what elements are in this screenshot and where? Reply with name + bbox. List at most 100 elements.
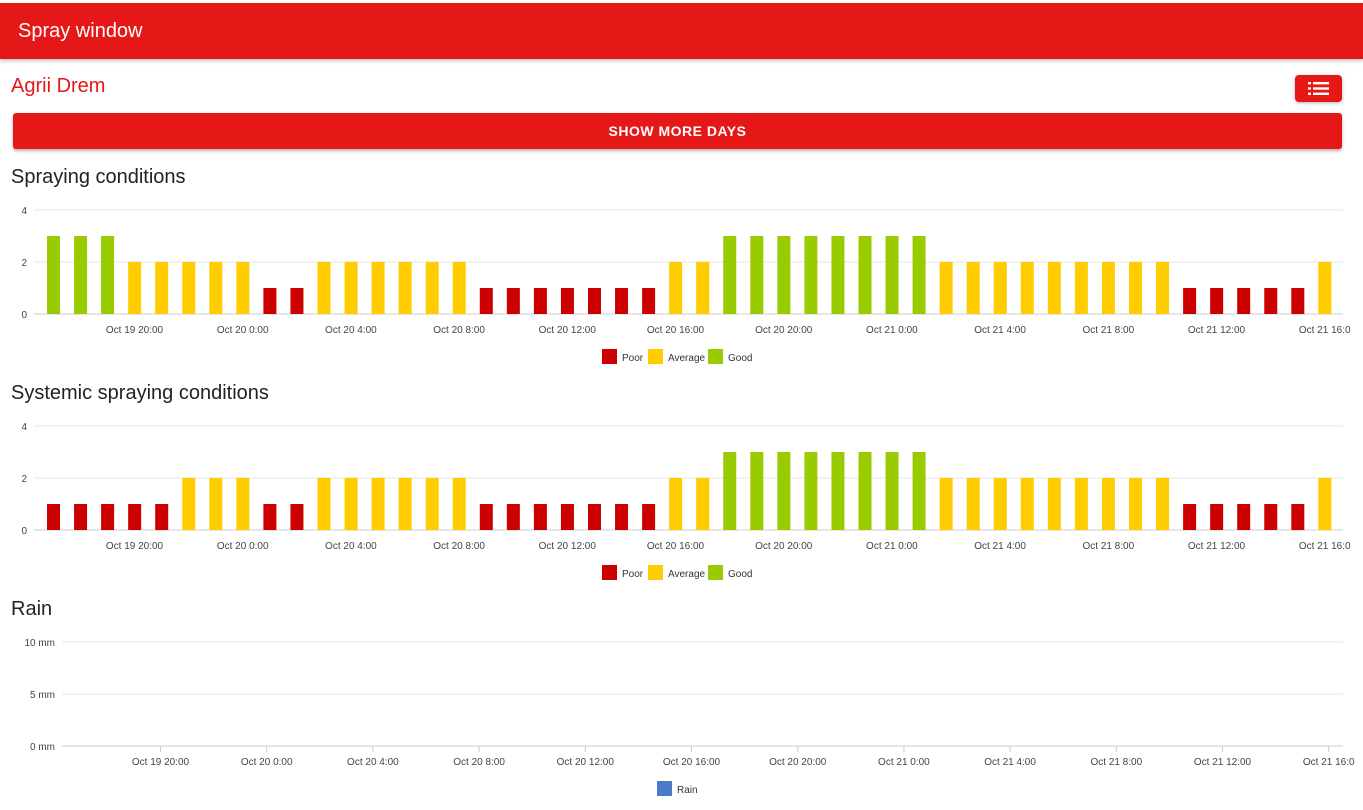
bar (939, 478, 953, 530)
bar (615, 288, 629, 314)
x-tick-label: Oct 20 20:00 (755, 325, 813, 336)
x-tick-label: Oct 20 12:00 (557, 757, 615, 768)
bar (588, 288, 601, 314)
bar (290, 504, 304, 530)
bar (723, 236, 737, 314)
bar (966, 478, 980, 530)
bar (425, 478, 439, 530)
x-tick-label: Oct 20 4:00 (325, 325, 377, 336)
bar (642, 288, 656, 314)
bar (344, 262, 358, 314)
bar (209, 262, 223, 314)
bar (344, 478, 358, 530)
bar (128, 262, 142, 314)
bar (1318, 478, 1332, 530)
bar (831, 452, 845, 530)
app-title: Spray window (18, 20, 143, 42)
bar (777, 236, 791, 314)
farm-name: Agrii Drem (11, 75, 106, 97)
bar (1020, 478, 1034, 530)
x-tick-label: Oct 20 4:00 (325, 541, 377, 552)
bar (1129, 478, 1142, 530)
bar (1210, 288, 1224, 314)
spraying-conditions-title: Spraying conditions (11, 166, 186, 188)
bar (615, 504, 629, 530)
x-tick-label: Oct 20 8:00 (453, 757, 505, 768)
bar (1101, 262, 1115, 314)
bar (398, 262, 412, 314)
bar (317, 262, 331, 314)
bar (804, 452, 818, 530)
bar (669, 262, 683, 314)
bar (1074, 478, 1088, 530)
bar (47, 236, 60, 314)
legend-swatch (602, 565, 617, 580)
x-tick-label: Oct 21 0:00 (878, 757, 930, 768)
legend-swatch (648, 349, 663, 364)
app-header: Spray window (0, 3, 1363, 59)
bar (885, 452, 899, 530)
bar (939, 262, 953, 314)
menu-button[interactable] (1295, 75, 1342, 102)
x-tick-label: Oct 20 20:00 (769, 757, 827, 768)
bar (1074, 262, 1088, 314)
bar (588, 504, 601, 530)
x-tick-label: Oct 21 4:00 (974, 325, 1026, 336)
bar (236, 478, 250, 530)
x-tick-label: Oct 21 16:0 (1299, 325, 1351, 336)
x-tick-label: Oct 21 16:0 (1299, 541, 1351, 552)
y-tick-label: 0 (21, 526, 27, 537)
bar (452, 478, 466, 530)
bar (1047, 478, 1061, 530)
bar (723, 452, 737, 530)
show-more-days-button[interactable]: SHOW MORE DAYS (13, 113, 1342, 149)
x-tick-label: Oct 20 8:00 (433, 541, 485, 552)
legend-swatch (657, 781, 672, 796)
bar (1264, 288, 1278, 314)
bar (1237, 504, 1251, 530)
x-tick-label: Oct 20 20:00 (755, 541, 813, 552)
bar (560, 504, 574, 530)
bar (831, 236, 845, 314)
bar (533, 504, 547, 530)
rain-chart: 0 mm 5 mm 10 mm Oct 19 20:00 Oct 20 0:00 Oct … (24, 638, 1355, 796)
bar (317, 478, 331, 530)
x-tick-label: Oct 19 20:00 (106, 541, 164, 552)
x-tick-label: Oct 20 16:00 (663, 757, 721, 768)
bar (858, 452, 872, 530)
bar (912, 452, 926, 530)
x-tick-label: Oct 19 20:00 (106, 325, 164, 336)
bar (750, 236, 764, 314)
bar (506, 288, 520, 314)
bar (1020, 262, 1034, 314)
legend-label: Poor (622, 353, 644, 364)
legend-label: Good (728, 569, 752, 580)
bar (1183, 504, 1197, 530)
bar (858, 236, 872, 314)
x-tick-label: Oct 21 4:00 (984, 757, 1036, 768)
x-tick-label: Oct 20 12:00 (539, 541, 597, 552)
y-tick-label: 4 (21, 206, 27, 217)
y-tick-label: 10 mm (24, 638, 55, 649)
bar (993, 262, 1007, 314)
bar (1291, 288, 1305, 314)
bar (669, 478, 683, 530)
bar (777, 452, 791, 530)
bar (101, 504, 115, 530)
bar (1047, 262, 1061, 314)
legend-label: Good (728, 353, 752, 364)
bar (263, 504, 277, 530)
bar (533, 288, 547, 314)
bar (101, 236, 115, 314)
bar (804, 236, 818, 314)
x-tick-label: Oct 20 4:00 (347, 757, 399, 768)
x-tick-label: Oct 20 0:00 (217, 541, 269, 552)
bar (263, 288, 277, 314)
bar (1237, 288, 1251, 314)
x-tick-label: Oct 20 16:00 (647, 541, 705, 552)
bar (642, 504, 656, 530)
spraying-conditions-chart: 0 2 4 Oct 19 20:00 Oct 20 0:00 Oct 20 4:00 Oct… (21, 206, 1351, 364)
bar (398, 478, 412, 530)
y-tick-label: 2 (21, 474, 27, 485)
bar (1101, 478, 1115, 530)
